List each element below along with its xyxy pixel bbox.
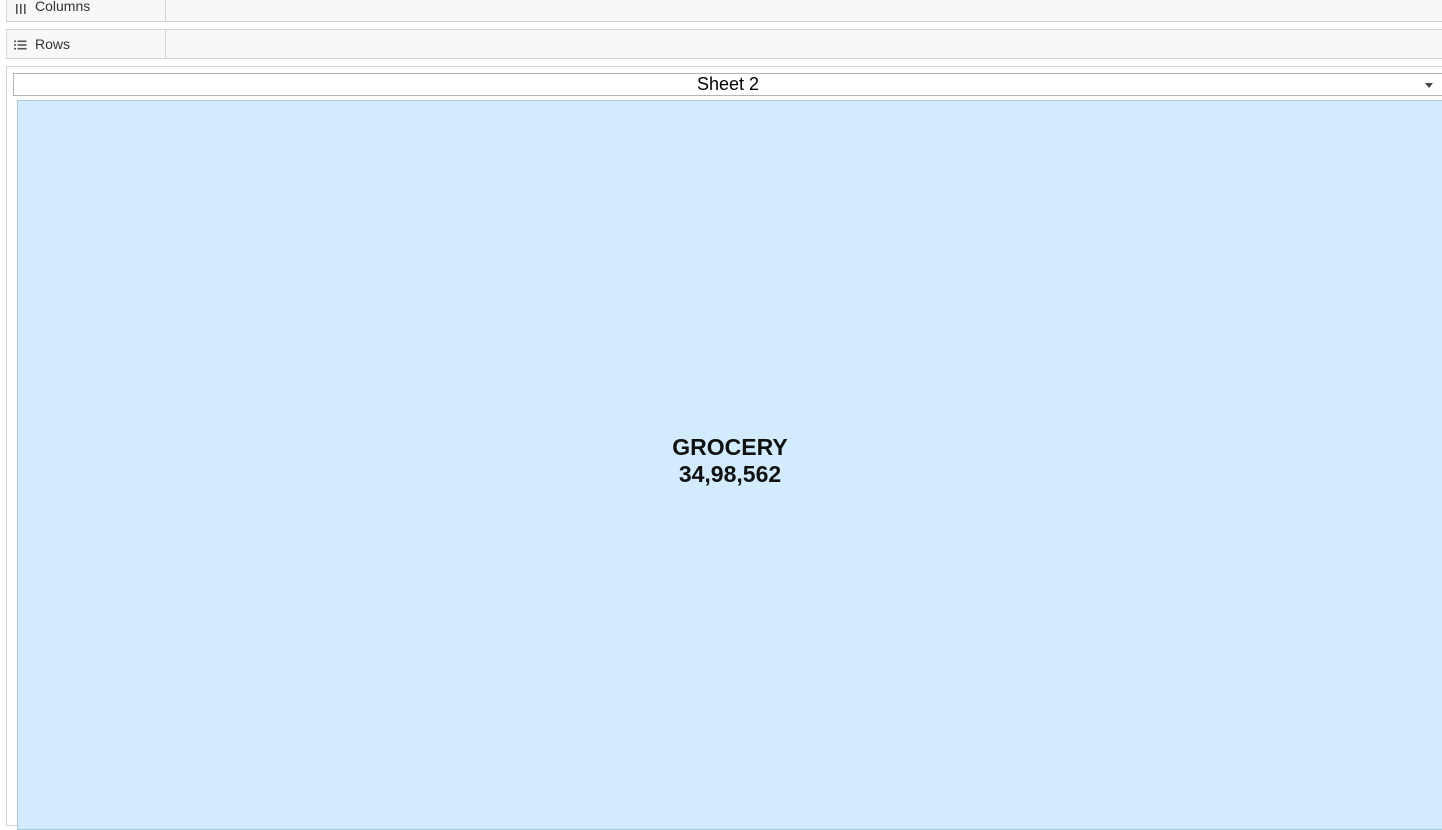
columns-icon bbox=[14, 2, 27, 14]
columns-shelf[interactable]: Columns bbox=[6, 0, 1442, 22]
columns-label-text: Columns bbox=[35, 0, 91, 14]
tile-value-label: 34,98,562 bbox=[678, 461, 782, 487]
sheet-title-bar[interactable]: Sheet 2 bbox=[13, 73, 1442, 96]
rows-drop-area[interactable] bbox=[166, 30, 1442, 58]
tile-category-label: GROCERY bbox=[672, 434, 788, 460]
chevron-down-icon[interactable] bbox=[1425, 83, 1433, 88]
sheet-title: Sheet 2 bbox=[696, 74, 760, 94]
rows-shelf-label: Rows bbox=[7, 30, 166, 58]
rows-shelf[interactable]: Rows bbox=[6, 29, 1442, 59]
rows-icon bbox=[14, 38, 27, 50]
rows-label-text: Rows bbox=[35, 36, 71, 52]
treemap-tile-grocery[interactable]: GROCERY 34,98,562 bbox=[17, 100, 1442, 830]
columns-drop-area[interactable] bbox=[166, 0, 1442, 21]
columns-shelf-label: Columns bbox=[7, 0, 166, 21]
